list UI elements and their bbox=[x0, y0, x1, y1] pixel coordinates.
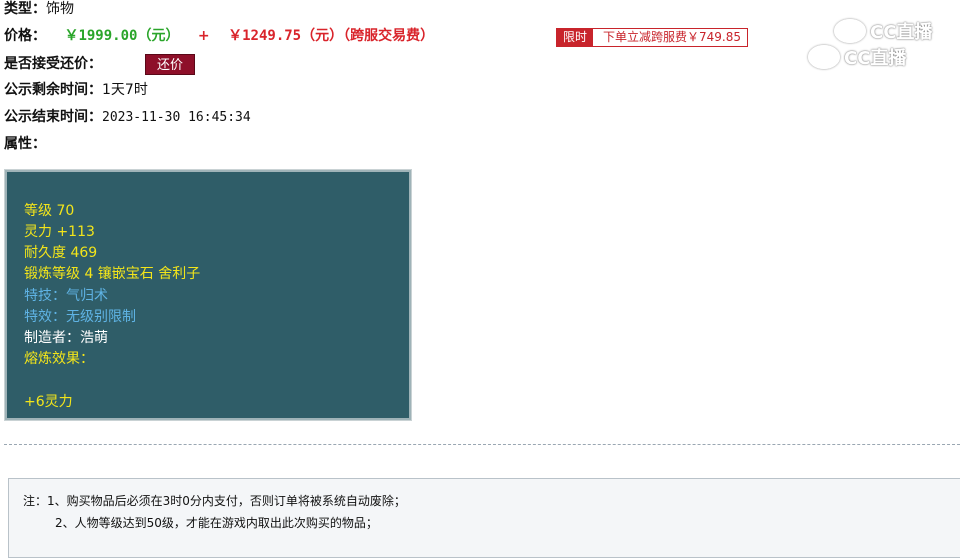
remaining-time-label: 公示剩余时间： bbox=[4, 82, 102, 98]
remaining-time-value: 1天7时 bbox=[102, 82, 148, 98]
type-row: 类型：饰物 bbox=[4, 0, 74, 18]
remaining-time-row: 公示剩余时间：1天7时 bbox=[4, 81, 148, 99]
attr-effect: 特效：无级别限制 bbox=[24, 309, 136, 325]
note-line-2: 2、人物等级达到50级，才能在游戏内取出此次购买的物品； bbox=[55, 516, 378, 530]
price-cross-server-fee: ￥1249.75（元）（跨服交易费） bbox=[228, 28, 435, 44]
limited-offer-text: 下单立减跨服费￥749.85 bbox=[593, 29, 748, 46]
note-line-1: 注：1、购买物品后必须在3时0分内支付，否则订单将被系统自动废除； bbox=[23, 494, 406, 508]
attr-forge: 锻炼等级 4 镶嵌宝石 舍利子 bbox=[24, 266, 201, 282]
attributes-label: 属性： bbox=[4, 136, 46, 152]
watermark-row-2: CC直播 bbox=[808, 44, 906, 70]
cc-logo-icon bbox=[808, 45, 840, 69]
cc-live-watermark: CC直播 CC直播 bbox=[800, 12, 950, 70]
type-label: 类型： bbox=[4, 1, 46, 17]
price-label: 价格： bbox=[4, 28, 46, 44]
type-value: 饰物 bbox=[46, 1, 74, 17]
section-divider bbox=[4, 444, 960, 445]
accept-counter-label: 是否接受还价： bbox=[4, 56, 102, 72]
cc-logo-icon bbox=[834, 19, 866, 43]
attr-maker: 制造者：浩萌 bbox=[24, 330, 108, 346]
attr-durability: 耐久度 469 bbox=[24, 245, 98, 261]
attr-melt-value: +6灵力 bbox=[24, 394, 73, 410]
limited-offer-badge[interactable]: 限时 下单立减跨服费￥749.85 bbox=[556, 28, 749, 47]
price-main: ￥1999.00（元） bbox=[64, 28, 180, 44]
attribute-panel: 等级 70 灵力 +113 耐久度 469 锻炼等级 4 镶嵌宝石 舍利子 特技… bbox=[4, 169, 412, 421]
watermark-row-1: CC直播 bbox=[834, 18, 932, 44]
attr-skill: 特技：气归术 bbox=[24, 288, 108, 304]
price-row: 价格： ￥1999.00（元） + ￥1249.75（元）（跨服交易费） bbox=[4, 27, 434, 45]
limited-tag: 限时 bbox=[557, 29, 594, 46]
accept-counter-row: 是否接受还价： bbox=[4, 55, 102, 73]
attributes-row: 属性： bbox=[4, 135, 46, 153]
attr-spirit: 灵力 +113 bbox=[24, 224, 95, 240]
end-time-row: 公示结束时间：2023-11-30 16:45:34 bbox=[4, 108, 251, 127]
watermark-text-2: CC直播 bbox=[844, 48, 907, 69]
counter-offer-button[interactable]: 还价 bbox=[145, 54, 195, 75]
notes-box: 注：1、购买物品后必须在3时0分内支付，否则订单将被系统自动废除； 2、人物等级… bbox=[8, 478, 960, 558]
end-time-label: 公示结束时间： bbox=[4, 109, 102, 125]
watermark-text-1: CC直播 bbox=[870, 22, 933, 43]
price-plus-sign: + bbox=[197, 28, 210, 44]
end-time-value: 2023-11-30 16:45:34 bbox=[102, 110, 251, 125]
attr-melt-label: 熔炼效果： bbox=[24, 351, 94, 367]
attr-level: 等级 70 bbox=[24, 203, 75, 219]
